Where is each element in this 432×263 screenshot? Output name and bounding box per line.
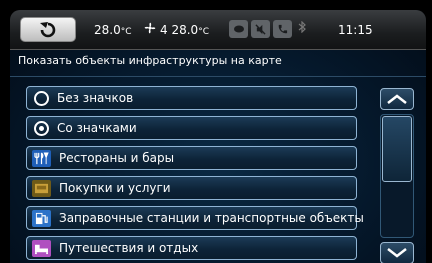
scroll-down-button[interactable] (380, 242, 414, 263)
category-fuel-transport[interactable]: Заправочные станции и транспортные объек… (26, 206, 364, 230)
restaurant-icon (32, 149, 51, 167)
scroll-track[interactable] (380, 114, 414, 238)
chevron-up-icon (387, 94, 407, 104)
radio-button-selected[interactable] (34, 120, 49, 136)
option-no-icons[interactable]: Без значков (26, 86, 357, 110)
radio-button[interactable] (34, 90, 49, 106)
option-label: Без значков (57, 91, 134, 105)
travel-icon (32, 239, 51, 257)
category-label: Заправочные станции и транспортные объек… (59, 211, 364, 225)
bluetooth-icon (298, 20, 306, 36)
category-restaurants[interactable]: Рестораны и бары (26, 146, 357, 170)
category-label: Путешествия и отдых (59, 241, 199, 255)
divider (10, 76, 426, 77)
scrollbar (380, 88, 414, 263)
clock: 11:15 (338, 23, 373, 37)
category-travel[interactable]: Путешествия и отдых (26, 236, 357, 260)
back-button[interactable] (20, 17, 76, 42)
temperature-left: 28.0°C (94, 23, 132, 37)
status-bar: 28.0°C 4 28.0°C 11:15 (10, 10, 426, 50)
page-title: Показать объекты инфраструктуры на карте (18, 54, 282, 67)
phone-status-icon (273, 20, 292, 38)
shopping-icon (32, 179, 51, 197)
back-arrow-icon (40, 21, 56, 37)
temperature-right: 4 28.0°C (160, 23, 209, 37)
option-label: Со значками (57, 121, 137, 135)
category-shopping[interactable]: Покупки и услуги (26, 176, 357, 200)
category-label: Покупки и услуги (59, 181, 171, 195)
category-label: Рестораны и бары (59, 151, 175, 165)
fan-icon (144, 22, 156, 34)
disc-status-icon (229, 20, 248, 38)
scroll-up-button[interactable] (380, 88, 414, 110)
options-list: Без значков Со значками Рестораны и бары (26, 86, 364, 263)
device-frame: 28.0°C 4 28.0°C 11:15 Показать объекты и… (0, 0, 432, 263)
fuel-station-icon (32, 209, 51, 227)
mute-status-icon (251, 20, 270, 38)
scroll-thumb[interactable] (382, 116, 412, 182)
chevron-down-icon (387, 248, 407, 258)
option-with-icons[interactable]: Со значками (26, 116, 357, 140)
screen: 28.0°C 4 28.0°C 11:15 Показать объекты и… (10, 10, 426, 263)
